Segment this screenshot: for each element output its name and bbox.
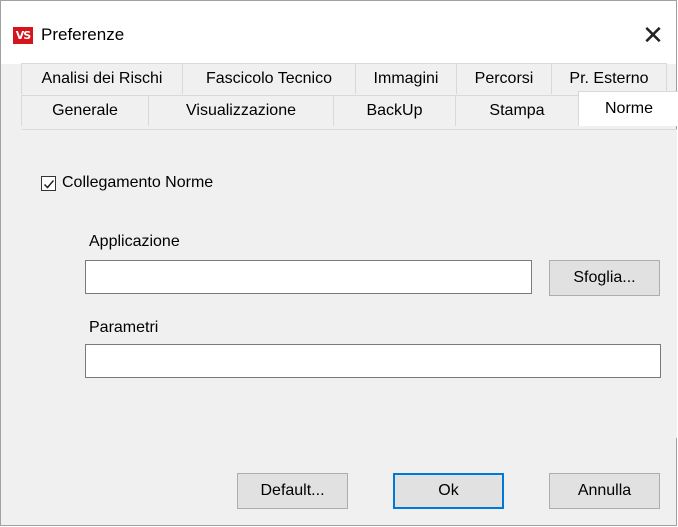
tab-analisi-rischi[interactable]: Analisi dei Rischi [21,63,183,94]
collegamento-norme-row[interactable]: Collegamento Norme [41,173,213,193]
collegamento-norme-label: Collegamento Norme [62,174,214,191]
tab-backup[interactable]: BackUp [333,95,456,126]
checkmark-icon [43,179,55,189]
sfoglia-button[interactable]: Sfoglia... [549,260,660,296]
tab-immagini[interactable]: Immagini [355,63,457,94]
title-bar: VS Preferenze ✕ [1,1,676,64]
tab-row-bottom: Generale Visualizzazione BackUp Stampa N… [21,91,678,126]
annulla-button[interactable]: Annulla [549,473,660,509]
tab-generale[interactable]: Generale [21,95,149,126]
tab-visualizzazione[interactable]: Visualizzazione [148,95,334,126]
parametri-input[interactable] [85,344,661,378]
ok-button[interactable]: Ok [393,473,504,509]
parametri-label: Parametri [89,319,159,336]
default-button[interactable]: Default... [237,473,348,509]
tab-row-top: Analisi dei Rischi Fascicolo Tecnico Imm… [21,63,667,94]
window-title: Preferenze [41,25,125,44]
close-button[interactable]: ✕ [630,17,676,57]
tab-stampa[interactable]: Stampa [455,95,579,126]
applicazione-label: Applicazione [89,233,180,250]
applicazione-input[interactable] [85,260,532,294]
tab-norme[interactable]: Norme [578,91,678,126]
collegamento-norme-checkbox[interactable] [41,175,56,191]
app-logo-icon: VS [13,27,33,44]
tab-fascicolo-tecnico[interactable]: Fascicolo Tecnico [182,63,356,94]
preferences-dialog: VS Preferenze ✕ Analisi dei Rischi Fasci… [0,0,678,526]
tab-pr-esterno[interactable]: Pr. Esterno [551,63,667,94]
tab-percorsi[interactable]: Percorsi [456,63,552,94]
